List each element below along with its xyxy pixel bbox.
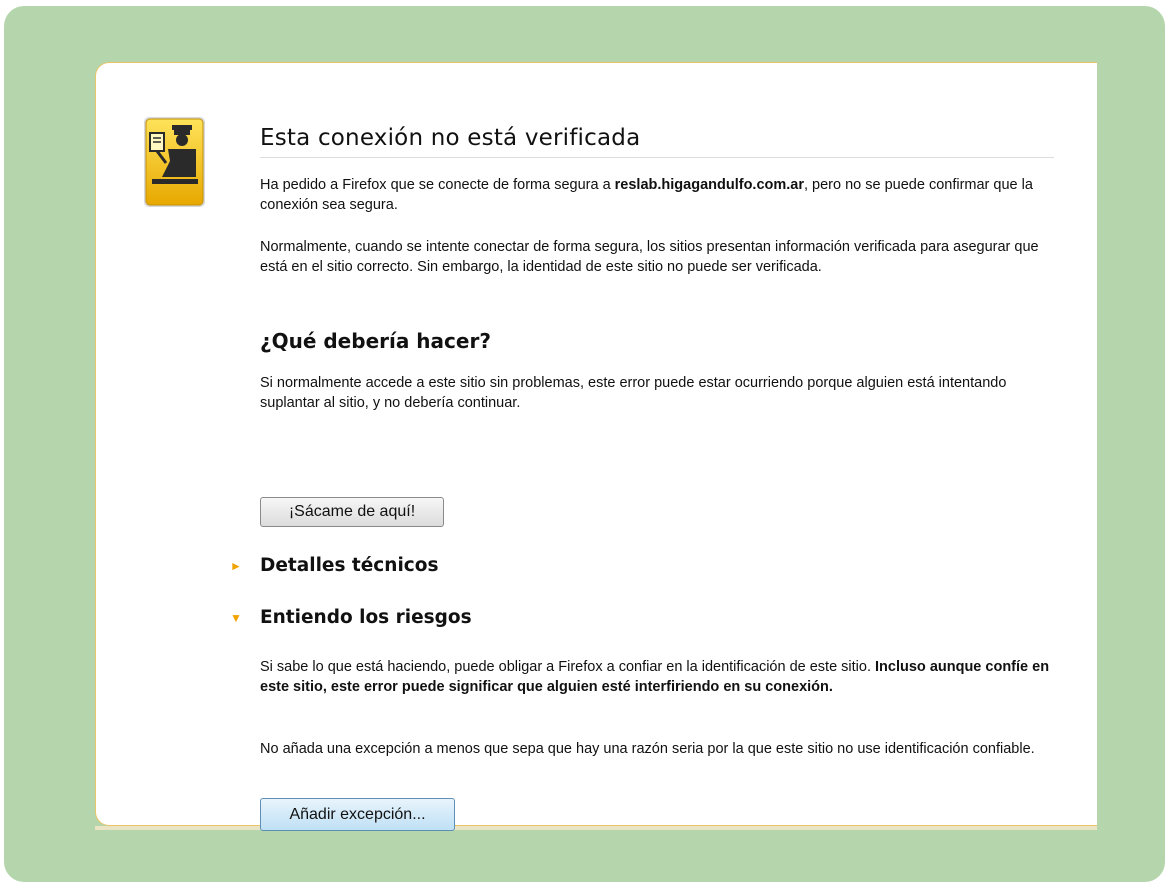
what-to-do-heading: ¿Qué debería hacer? — [260, 329, 491, 353]
error-panel: Esta conexión no está verificada Ha pedi… — [95, 62, 1097, 831]
intro-text: Ha pedido a Firefox que se conecte de fo… — [260, 175, 1050, 215]
panel-shadow — [95, 826, 1097, 830]
collapsed-triangle-icon: ► — [230, 558, 242, 573]
expanded-triangle-icon: ▼ — [230, 610, 242, 625]
risks-text: Si sabe lo que está haciendo, puede obli… — [260, 657, 1060, 697]
get-me-out-button[interactable]: ¡Sácame de aquí! — [260, 497, 444, 527]
understand-risks-expander[interactable]: ▼ Entiendo los riesgos — [230, 607, 472, 628]
add-exception-button[interactable]: Añadir excepción... — [260, 798, 455, 831]
technical-details-label: Detalles técnicos — [260, 555, 439, 576]
error-content: Esta conexión no está verificada Ha pedi… — [230, 125, 1060, 831]
what-to-do-text: Si normalmente accede a este sitio sin p… — [260, 375, 1007, 411]
exception-warning-text: No añada una excepción a menos que sepa … — [260, 741, 1035, 757]
intro-prefix: Ha pedido a Firefox que se conecte de fo… — [260, 177, 615, 193]
security-officer-icon — [144, 117, 205, 207]
explanation-text: Normalmente, cuando se intente conectar … — [260, 239, 1039, 275]
understand-risks-label: Entiendo los riesgos — [260, 607, 472, 628]
intro-hostname: reslab.higagandulfo.com.ar — [614, 177, 804, 193]
risks-text-normal: Si sabe lo que está haciendo, puede obli… — [260, 659, 876, 675]
technical-details-expander[interactable]: ► Detalles técnicos — [230, 555, 438, 576]
page-title: Esta conexión no está verificada — [260, 125, 1054, 158]
